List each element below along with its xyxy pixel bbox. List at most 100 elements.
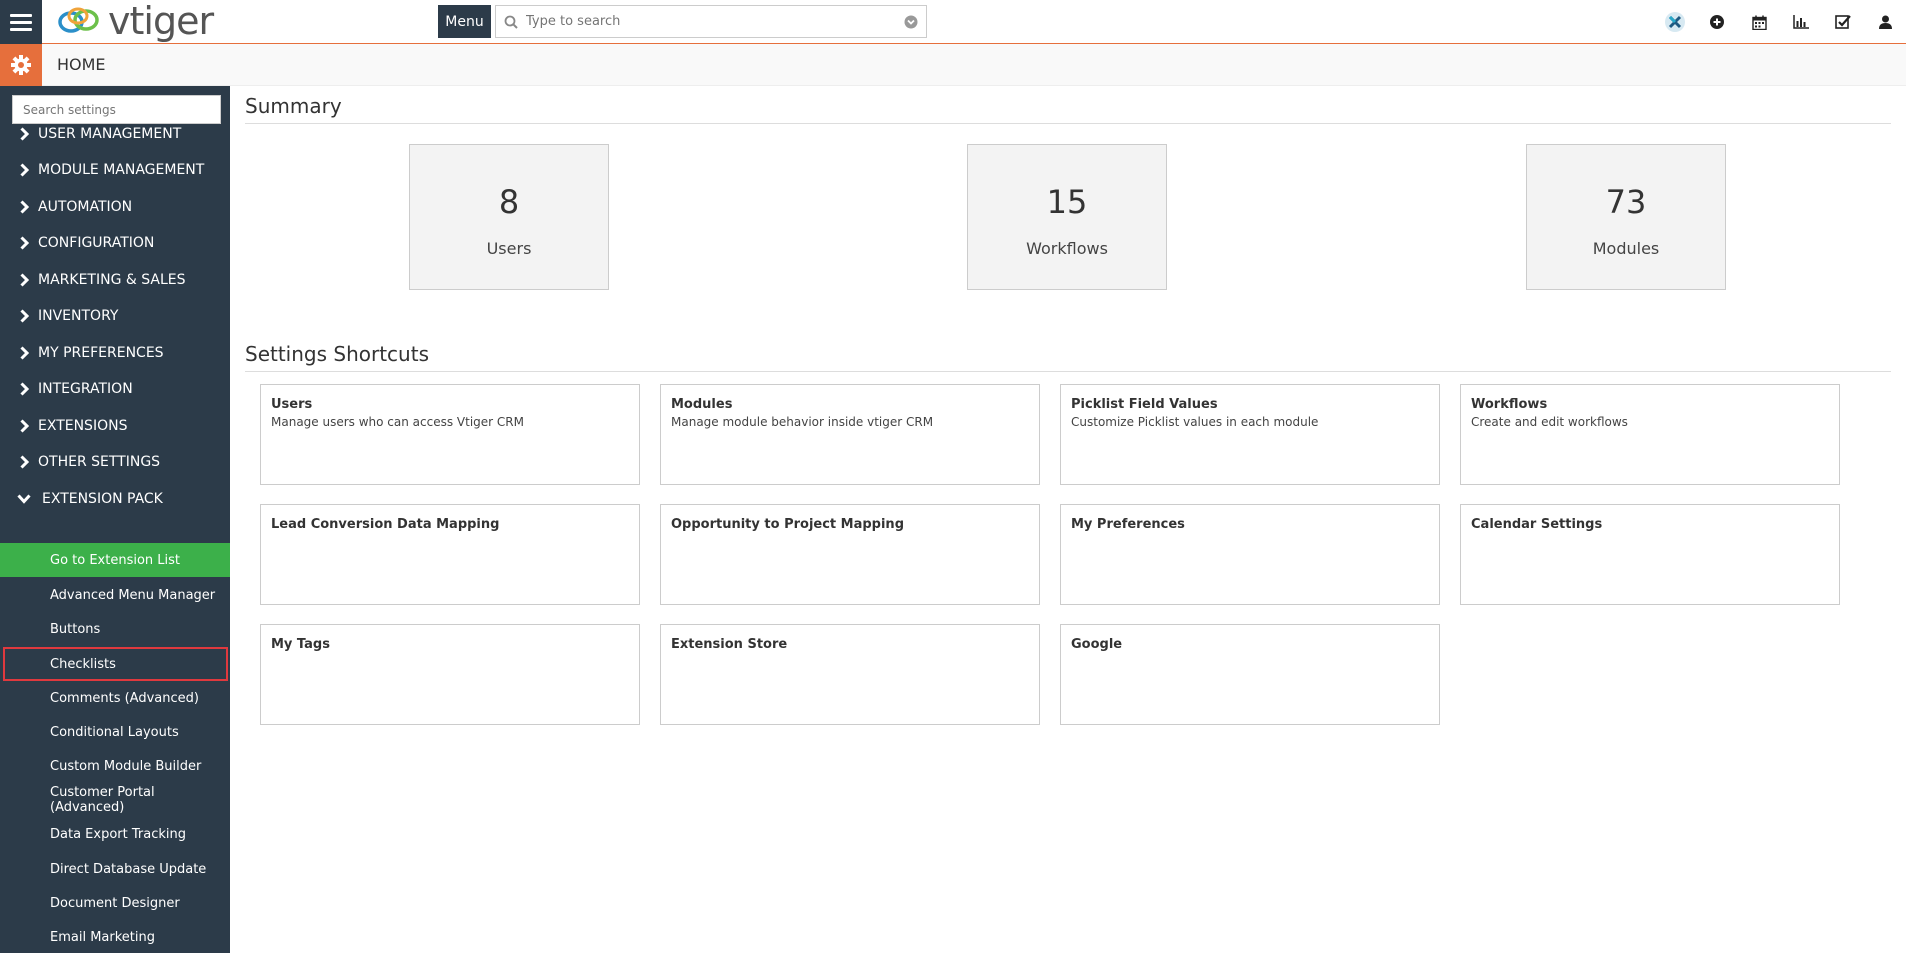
sidebar-group-label: USER MANAGEMENT: [38, 126, 182, 142]
sidebar-group-other-settings[interactable]: OTHER SETTINGS: [0, 444, 230, 480]
top-action-icons: [1654, 0, 1906, 44]
shortcut-card-workflows[interactable]: Workflows Create and edit workflows: [1460, 384, 1840, 485]
shortcut-title: Opportunity to Project Mapping: [671, 517, 904, 532]
logo-text: vtiger: [108, 0, 214, 43]
summary-value: 73: [1605, 183, 1647, 221]
chevron-right-icon: [0, 309, 38, 323]
search-input[interactable]: [526, 14, 896, 29]
sidebar-group-label: EXTENSION PACK: [42, 491, 163, 507]
sidebar-item-email-marketing[interactable]: Email Marketing: [0, 920, 230, 953]
shortcut-description: Manage users who can access Vtiger CRM: [271, 415, 524, 429]
sidebar-group-label: INTEGRATION: [38, 381, 133, 397]
sidebar-group-module-management[interactable]: MODULE MANAGEMENT: [0, 152, 230, 188]
summary-value: 8: [498, 183, 520, 221]
chevron-right-icon: [0, 127, 38, 141]
shortcut-card-calendar-settings[interactable]: Calendar Settings: [1460, 504, 1840, 605]
sidebar-item-comments-advanced[interactable]: Comments (Advanced): [0, 681, 230, 715]
summary-label: Workflows: [1026, 239, 1108, 258]
shortcut-title: Calendar Settings: [1471, 517, 1603, 532]
chevron-right-icon: [0, 419, 38, 433]
sidebar-group-label: AUTOMATION: [38, 199, 133, 215]
settings-gear-icon[interactable]: [0, 44, 42, 86]
shortcut-card-lead-conversion-data-mapping[interactable]: Lead Conversion Data Mapping: [260, 504, 640, 605]
shortcut-description: Manage module behavior inside vtiger CRM: [671, 415, 934, 429]
search-options-chevron-icon[interactable]: [896, 15, 926, 29]
sidebar-group-configuration[interactable]: CONFIGURATION: [0, 225, 230, 261]
sidebar-group-extensions[interactable]: EXTENSIONS: [0, 408, 230, 444]
summary-label: Users: [486, 239, 532, 258]
shortcut-card-picklist-field-values[interactable]: Picklist Field Values Customize Picklist …: [1060, 384, 1440, 485]
calendar-icon[interactable]: [1738, 0, 1780, 44]
vtiger-logo[interactable]: vtiger: [56, 0, 214, 43]
chevron-right-icon: [0, 236, 38, 250]
shortcut-title: Users: [271, 397, 313, 412]
summary-row: 8 Users 15 Workflows 73 Modules: [245, 124, 1891, 334]
sidebar-item-go-to-extension-list[interactable]: Go to Extension List: [0, 543, 230, 577]
shortcut-title: Lead Conversion Data Mapping: [271, 517, 500, 532]
shortcut-title: Modules: [671, 397, 733, 412]
shortcut-description: Customize Picklist values in each module: [1071, 415, 1319, 429]
shortcut-title: Google: [1071, 637, 1123, 652]
settings-shortcuts-title: Settings Shortcuts: [245, 334, 1891, 372]
shortcut-card-modules[interactable]: Modules Manage module behavior inside vti…: [660, 384, 1040, 485]
summary-value: 15: [1046, 183, 1088, 221]
summary-box-modules[interactable]: 73 Modules: [1526, 144, 1726, 290]
sidebar-item-customer-portal-advanced[interactable]: Customer Portal (Advanced): [0, 783, 230, 817]
summary-box-workflows[interactable]: 15 Workflows: [967, 144, 1167, 290]
summary-title: Summary: [245, 86, 1891, 124]
sidebar-group-extension-pack[interactable]: EXTENSION PACK: [0, 481, 230, 517]
chevron-right-icon: [0, 346, 38, 360]
sidebar-item-buttons[interactable]: Buttons: [0, 612, 230, 646]
shortcut-card-my-preferences[interactable]: My Preferences: [1060, 504, 1440, 605]
chevron-right-icon: [0, 382, 38, 396]
sidebar-item-direct-database-update[interactable]: Direct Database Update: [0, 852, 230, 886]
page-title: HOME: [57, 55, 106, 74]
top-bar: vtiger Menu: [0, 0, 1906, 44]
shortcut-card-opportunity-to-project-mapping[interactable]: Opportunity to Project Mapping: [660, 504, 1040, 605]
sidebar-group-label: MODULE MANAGEMENT: [38, 162, 205, 178]
vtiger-x-icon[interactable]: [1654, 0, 1696, 44]
chevron-right-icon: [0, 455, 38, 469]
sidebar-item-document-designer[interactable]: Document Designer: [0, 886, 230, 920]
sidebar-group-label: OTHER SETTINGS: [38, 454, 161, 470]
shortcut-title: Picklist Field Values: [1071, 397, 1218, 412]
chart-icon[interactable]: [1780, 0, 1822, 44]
shortcut-card-google[interactable]: Google: [1060, 624, 1440, 725]
sidebar-group-user-management[interactable]: USER MANAGEMENT: [0, 116, 230, 152]
search-icon: [496, 15, 526, 29]
sidebar-item-checklists[interactable]: Checklists: [3, 647, 228, 681]
sidebar-item-data-export-tracking[interactable]: Data Export Tracking: [0, 817, 230, 851]
sidebar-group-label: INVENTORY: [38, 308, 119, 324]
menu-button[interactable]: Menu: [438, 5, 491, 38]
chevron-right-icon: [0, 273, 38, 287]
settings-sidebar: USER MANAGEMENT MODULE MANAGEMENT AUTOMATI…: [0, 86, 230, 953]
settings-header-bar: HOME: [0, 44, 1906, 86]
plus-circle-icon[interactable]: [1696, 0, 1738, 44]
user-icon[interactable]: [1864, 0, 1906, 44]
sidebar-group-my-preferences[interactable]: MY PREFERENCES: [0, 335, 230, 371]
sidebar-item-advanced-menu-manager[interactable]: Advanced Menu Manager: [0, 578, 230, 612]
checkbox-icon[interactable]: [1822, 0, 1864, 44]
shortcut-title: Workflows: [1471, 397, 1548, 412]
summary-box-users[interactable]: 8 Users: [409, 144, 609, 290]
settings-search-input[interactable]: [23, 102, 220, 117]
sidebar-group-integration[interactable]: INTEGRATION: [0, 371, 230, 407]
main-content: Summary 8 Users 15 Workflows 73 Modules …: [245, 86, 1891, 725]
shortcut-card-extension-store[interactable]: Extension Store: [660, 624, 1040, 725]
hamburger-menu-icon[interactable]: [0, 0, 42, 44]
sidebar-item-conditional-layouts[interactable]: Conditional Layouts: [0, 715, 230, 749]
chevron-right-icon: [0, 163, 38, 177]
sidebar-item-custom-module-builder[interactable]: Custom Module Builder: [0, 749, 230, 783]
sidebar-group-label: MY PREFERENCES: [38, 345, 164, 361]
shortcut-card-users[interactable]: Users Manage users who can access Vtiger …: [260, 384, 640, 485]
shortcut-card-my-tags[interactable]: My Tags: [260, 624, 640, 725]
vtiger-logo-mark-icon: [58, 7, 99, 33]
sidebar-group-inventory[interactable]: INVENTORY: [0, 298, 230, 334]
sidebar-group-marketing-sales[interactable]: MARKETING & SALES: [0, 262, 230, 298]
sidebar-group-label: CONFIGURATION: [38, 235, 155, 251]
sidebar-group-label: EXTENSIONS: [38, 418, 128, 434]
global-search[interactable]: [495, 5, 927, 38]
sidebar-group-automation[interactable]: AUTOMATION: [0, 189, 230, 225]
shortcut-description: Create and edit workflows: [1471, 415, 1628, 429]
sidebar-group-label: MARKETING & SALES: [38, 272, 186, 288]
